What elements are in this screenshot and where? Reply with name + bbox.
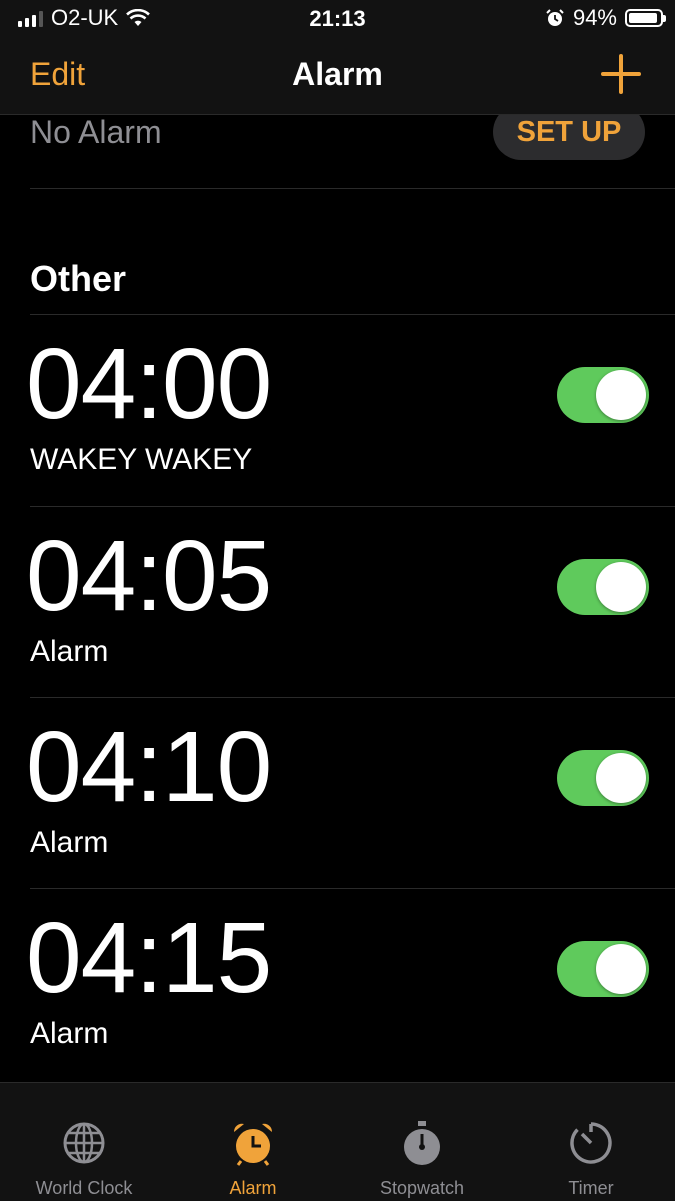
section-header-other: Other <box>30 258 127 299</box>
tab-timer[interactable]: Timer <box>507 1083 675 1201</box>
sleep-alarm-row: No Alarm SET UP <box>0 114 675 188</box>
set-up-button[interactable]: SET UP <box>493 114 645 160</box>
divider <box>30 188 675 189</box>
alarm-label: Alarm <box>30 826 109 859</box>
battery-percent: 94% <box>572 5 617 30</box>
status-bar: O2-UK 21:13 94% <box>0 0 675 36</box>
alarm-label: Alarm <box>30 1017 109 1050</box>
toggle-knob <box>596 944 646 994</box>
timer-icon <box>570 1122 612 1164</box>
alarm-toggle[interactable] <box>557 750 649 806</box>
alarm-row[interactable]: 04:05 Alarm <box>0 507 675 698</box>
alarm-time: 04:15 <box>26 902 272 1014</box>
tab-label: Timer <box>568 1178 614 1198</box>
alarm-time: 04:10 <box>26 711 272 823</box>
globe-icon <box>63 1122 105 1164</box>
toggle-knob <box>596 370 646 420</box>
plus-icon[interactable] <box>601 54 641 94</box>
toggle-knob <box>596 562 646 612</box>
toggle-knob <box>596 753 646 803</box>
tab-label: World Clock <box>35 1178 133 1198</box>
tab-alarm[interactable]: Alarm <box>169 1083 337 1201</box>
status-right: 94% <box>545 5 666 30</box>
alarm-toggle[interactable] <box>557 367 649 423</box>
alarm-row[interactable]: 04:10 Alarm <box>0 698 675 889</box>
page-title: Alarm <box>292 56 383 92</box>
alarm-toggle[interactable] <box>557 941 649 997</box>
alarm-row[interactable]: 04:00 WAKEY WAKEY <box>0 315 675 506</box>
tab-world-clock[interactable]: World Clock <box>0 1083 168 1201</box>
alarm-row[interactable]: 04:15 Alarm <box>0 889 675 1080</box>
stopwatch-icon <box>404 1121 440 1165</box>
alarm-time: 04:05 <box>26 520 272 632</box>
alarm-indicator-icon <box>546 9 564 26</box>
alarm-clock-icon <box>233 1123 273 1166</box>
no-alarm-text: No Alarm <box>30 114 162 150</box>
tab-label: Alarm <box>229 1178 277 1198</box>
tab-stopwatch[interactable]: Stopwatch <box>338 1083 506 1201</box>
tab-bar: World Clock Alarm Stopwatch Timer <box>0 1082 675 1201</box>
tab-label: Stopwatch <box>379 1178 465 1198</box>
alarm-label: WAKEY WAKEY <box>30 443 253 476</box>
alarm-label: Alarm <box>30 635 109 668</box>
battery-icon <box>625 9 666 27</box>
battery-fill <box>629 13 658 23</box>
navigation-bar: Edit Alarm <box>0 36 675 115</box>
alarm-toggle[interactable] <box>557 559 649 615</box>
alarm-time: 04:00 <box>26 328 272 440</box>
